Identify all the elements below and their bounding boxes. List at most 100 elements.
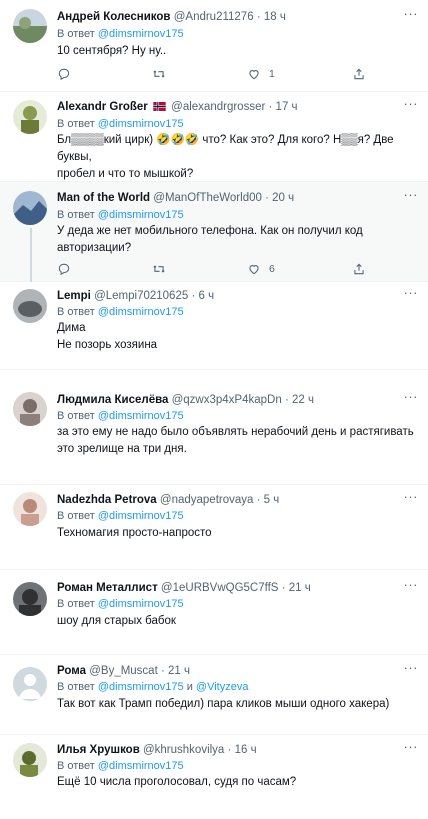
tweet-time[interactable]: 18 ч <box>264 11 286 23</box>
retweet-button[interactable] <box>152 67 166 81</box>
reply-to-label: В ответ <box>57 410 95 422</box>
tweet[interactable]: Андрей Колесников @Andru211276 · 18 ч ··… <box>0 0 428 92</box>
tweet-text-line: за это ему не надо было объявлять нерабо… <box>57 426 414 438</box>
tweet-header: Man of the World @ManOfTheWorld00 · 20 ч <box>57 192 398 204</box>
tweet[interactable]: Людмила Киселёва @qzwx3p4xP4kapDn · 22 ч… <box>0 370 428 485</box>
author-name[interactable]: Рома <box>57 665 86 677</box>
reply-to-link[interactable]: @dimsmirnov175 <box>98 410 184 422</box>
avatar[interactable] <box>13 743 47 777</box>
author-handle[interactable]: @ManOfTheWorld00 <box>153 192 262 204</box>
tweet-time[interactable]: 22 ч <box>292 394 314 406</box>
tweet[interactable]: Роман Металлист @1eURBVwQG5C7ffS · 21 ч … <box>0 570 428 655</box>
flag-norway-icon <box>153 102 166 111</box>
author-name[interactable]: Nadezhda Petrova <box>57 494 157 506</box>
author-handle[interactable]: @nadyapetrovaya <box>160 494 254 506</box>
more-icon[interactable]: ··· <box>404 660 419 675</box>
avatar[interactable] <box>13 289 47 323</box>
separator-dot: · <box>281 582 286 594</box>
like-icon <box>249 265 259 275</box>
separator-dot: · <box>284 394 289 406</box>
author-handle[interactable]: @Andru211276 <box>174 11 254 23</box>
avatar[interactable] <box>13 100 47 134</box>
avatar[interactable] <box>13 9 47 43</box>
reply-context: В ответ @dimsmirnov175 <box>57 510 184 522</box>
tweet[interactable]: Илья Хрушков @khrushkovilya · 16 ч ··· В… <box>0 735 428 819</box>
separator-dot: · <box>265 192 269 204</box>
reply-to-link[interactable]: @dimsmirnov175 <box>98 598 184 610</box>
reply-context: В ответ @dimsmirnov175 <box>57 410 184 422</box>
more-icon[interactable]: ··· <box>404 577 419 592</box>
more-icon[interactable]: ··· <box>404 6 419 21</box>
reply-to-link[interactable]: @dimsmirnov175 <box>98 681 184 693</box>
avatar[interactable] <box>13 492 47 526</box>
tweet-text: Дима Не позорь хозяина <box>57 320 414 354</box>
author-handle[interactable]: @alexandrgrosser <box>171 101 265 113</box>
author-name[interactable]: Людмила Киселёва <box>57 394 168 406</box>
share-button[interactable] <box>352 262 366 276</box>
tweet[interactable]: Man of the World @ManOfTheWorld00 · 20 ч… <box>0 182 428 282</box>
more-icon[interactable]: ··· <box>404 489 419 504</box>
tweet-time[interactable]: 6 ч <box>199 290 215 302</box>
author-handle[interactable]: @By_Muscat <box>89 665 158 677</box>
more-icon[interactable]: ··· <box>404 285 419 300</box>
more-icon[interactable]: ··· <box>404 96 419 111</box>
reply-context: В ответ @dimsmirnov175 <box>57 28 184 40</box>
tweet-time[interactable]: 5 ч <box>264 494 280 506</box>
reply-to-label: В ответ <box>57 28 95 40</box>
author-name[interactable]: Роман Металлист <box>57 582 158 594</box>
reply-to-link[interactable]: @dimsmirnov175 <box>98 209 184 221</box>
thread-line <box>30 228 32 282</box>
author-name[interactable]: Man of the World <box>57 192 150 204</box>
reply-context: В ответ @dimsmirnov175 <box>57 598 184 610</box>
reply-to-link[interactable]: @dimsmirnov175 <box>98 28 184 40</box>
avatar[interactable] <box>13 191 47 225</box>
tweet-header: Андрей Колесников @Andru211276 · 18 ч <box>57 11 398 23</box>
author-name[interactable]: Илья Хрушков <box>57 744 140 756</box>
reply-context: В ответ @dimsmirnov175 <box>57 118 184 130</box>
tweet-text: за это ему не надо было объявлять нерабо… <box>57 424 414 458</box>
reply-to-link[interactable]: @dimsmirnov175 <box>98 510 184 522</box>
share-icon <box>354 68 364 80</box>
reply-button[interactable] <box>57 262 71 276</box>
avatar[interactable] <box>13 667 47 701</box>
tweet[interactable]: Рома @By_Muscat · 21 ч ··· В ответ @dims… <box>0 655 428 735</box>
reply-to-link[interactable]: @Vityzeva <box>196 681 249 693</box>
avatar[interactable] <box>13 582 47 616</box>
more-icon[interactable]: ··· <box>404 739 419 754</box>
tweet-time[interactable]: 16 ч <box>235 744 257 756</box>
tweet-header: Людмила Киселёва @qzwx3p4xP4kapDn · 22 ч <box>57 394 398 406</box>
author-handle[interactable]: @khrushkovilya <box>143 744 224 756</box>
author-name[interactable]: Lempi <box>57 290 91 302</box>
tweet-text: шоу для старых бабок <box>57 613 414 630</box>
author-handle[interactable]: @qzwx3p4xP4kapDn <box>172 394 282 406</box>
avatar[interactable] <box>13 392 47 426</box>
reply-to-link[interactable]: @dimsmirnov175 <box>98 760 184 772</box>
share-button[interactable] <box>352 67 366 81</box>
tweet-time[interactable]: 21 ч <box>289 582 311 594</box>
tweet-text: Ещё 10 числа проголосовал, судя по часам… <box>57 774 414 791</box>
tweet-time[interactable]: 20 ч <box>272 192 294 204</box>
reply-to-link[interactable]: @dimsmirnov175 <box>98 306 184 318</box>
like-button[interactable]: 1 <box>247 67 275 81</box>
retweet-icon <box>153 265 165 273</box>
tweet[interactable]: Alexandr Großer @alexandrgrosser · 17 ч … <box>0 92 428 182</box>
tweet-header: Nadezhda Petrova @nadyapetrovaya · 5 ч <box>57 494 398 506</box>
like-button[interactable]: 6 <box>247 262 275 276</box>
tweet[interactable]: Nadezhda Petrova @nadyapetrovaya · 5 ч ·… <box>0 485 428 570</box>
author-name[interactable]: Alexandr Großer <box>57 101 148 113</box>
author-name[interactable]: Андрей Колесников <box>57 11 171 23</box>
author-handle[interactable]: @Lempi70210625 <box>94 290 188 302</box>
tweet-time[interactable]: 21 ч <box>168 665 190 677</box>
tweet-header: Роман Металлист @1eURBVwQG5C7ffS · 21 ч <box>57 582 398 594</box>
reply-button[interactable] <box>57 67 71 81</box>
tweet-time[interactable]: 17 ч <box>276 101 298 113</box>
retweet-button[interactable] <box>152 262 166 276</box>
tweet[interactable]: Lempi @Lempi70210625 · 6 ч ··· В ответ @… <box>0 282 428 370</box>
separator-dot: · <box>227 744 232 756</box>
more-icon[interactable]: ··· <box>404 187 419 202</box>
reply-to-link[interactable]: @dimsmirnov175 <box>98 118 184 130</box>
author-handle[interactable]: @1eURBVwQG5C7ffS <box>161 582 279 594</box>
more-icon[interactable]: ··· <box>404 389 419 404</box>
separator-dot: · <box>268 101 273 113</box>
tweet-text-line: У деда же нет мобильного телефона. Как о… <box>57 225 363 237</box>
